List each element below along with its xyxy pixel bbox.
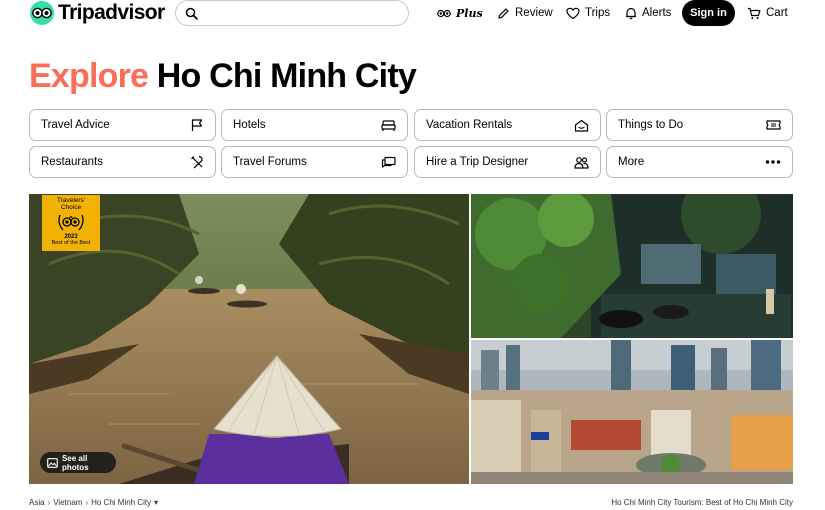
see-all-photos-button[interactable]: See all photos — [40, 452, 116, 473]
page-title-accent: Explore — [29, 57, 149, 95]
house-icon — [574, 119, 589, 132]
cart-icon — [748, 7, 761, 19]
category-label: Travel Advice — [41, 119, 110, 131]
bell-icon — [626, 7, 636, 19]
search-input[interactable] — [206, 5, 396, 23]
badge-sub: Best of the Best — [51, 240, 91, 246]
category-label: Hotels — [233, 119, 266, 131]
flag-icon — [191, 119, 203, 131]
page-subtitle: Ho Chi Minh City Tourism: Best of Ho Chi… — [611, 498, 793, 507]
travelers-choice-badge: Travelers' Choice 2023 Best of the Best — [42, 195, 100, 251]
caret-down-icon[interactable]: ▾ — [154, 498, 158, 507]
category-more[interactable]: More — [606, 146, 793, 178]
breadcrumb-vietnam[interactable]: Vietnam — [53, 498, 82, 507]
breadcrumb-hcmc[interactable]: Ho Chi Minh City — [91, 498, 151, 507]
review-link[interactable]: Review — [497, 5, 553, 21]
page-title-place: Ho Chi Minh City — [156, 57, 417, 95]
ellipsis-icon — [765, 160, 781, 164]
image-icon — [47, 457, 58, 468]
photo-street-trees[interactable] — [471, 194, 793, 338]
trips-link[interactable]: Trips — [566, 5, 610, 21]
category-hire-trip-designer[interactable]: Hire a Trip Designer — [414, 146, 601, 178]
pencil-icon — [498, 7, 509, 19]
alerts-label: Alerts — [642, 7, 672, 19]
breadcrumb-asia[interactable]: Asia — [29, 498, 45, 507]
page-title: Explore Ho Chi Minh City — [29, 56, 417, 96]
badge-line-2: Choice — [60, 204, 82, 211]
owl-icon — [437, 9, 451, 17]
category-restaurants[interactable]: Restaurants — [29, 146, 216, 178]
heart-icon — [566, 7, 580, 19]
search-bar[interactable] — [175, 0, 409, 26]
owl-laurel-icon — [58, 214, 84, 231]
review-label: Review — [515, 7, 553, 19]
category-label: Restaurants — [41, 156, 104, 168]
street-photo-illustration — [471, 194, 793, 338]
plus-link[interactable]: Plus — [437, 5, 483, 21]
category-label: Hire a Trip Designer — [426, 156, 529, 168]
category-label: Travel Forums — [233, 156, 307, 168]
category-label: Things to Do — [618, 119, 684, 131]
people-icon — [574, 156, 589, 169]
category-things-to-do[interactable]: Things to Do — [606, 109, 793, 141]
cart-label: Cart — [766, 7, 788, 19]
alerts-link[interactable]: Alerts — [625, 5, 671, 21]
cart-link[interactable]: Cart — [747, 5, 788, 21]
tripadvisor-logo[interactable]: Tripadvisor — [30, 0, 165, 26]
see-all-photos-label: See all photos — [61, 453, 89, 472]
trips-label: Trips — [585, 7, 611, 19]
category-hotels[interactable]: Hotels — [221, 109, 408, 141]
photo-city-skyline[interactable] — [471, 340, 793, 484]
category-label: Vacation Rentals — [426, 119, 513, 131]
category-travel-advice[interactable]: Travel Advice — [29, 109, 216, 141]
category-travel-forums[interactable]: Travel Forums — [221, 146, 408, 178]
breadcrumb: Asia › Vietnam › Ho Chi Minh City ▾ — [29, 498, 158, 507]
badge-line-1: Travelers' — [56, 197, 86, 204]
plus-label: Plus — [456, 6, 483, 20]
search-icon — [185, 7, 198, 20]
city-photo-illustration — [471, 340, 793, 484]
chevron-right-icon: › — [85, 498, 89, 507]
category-vacation-rentals[interactable]: Vacation Rentals — [414, 109, 601, 141]
top-nav: Tripadvisor Plus Review Trips Alerts Sig… — [0, 0, 825, 28]
chat-icon — [381, 156, 396, 168]
brand-name: Tripadvisor — [58, 1, 165, 24]
sign-in-button[interactable]: Sign in — [682, 0, 735, 26]
bed-icon — [381, 119, 396, 131]
owl-logo-icon — [30, 1, 54, 25]
chevron-right-icon: › — [47, 498, 51, 507]
ticket-icon — [766, 120, 781, 130]
fork-knife-icon — [191, 155, 203, 169]
category-label: More — [618, 156, 645, 168]
